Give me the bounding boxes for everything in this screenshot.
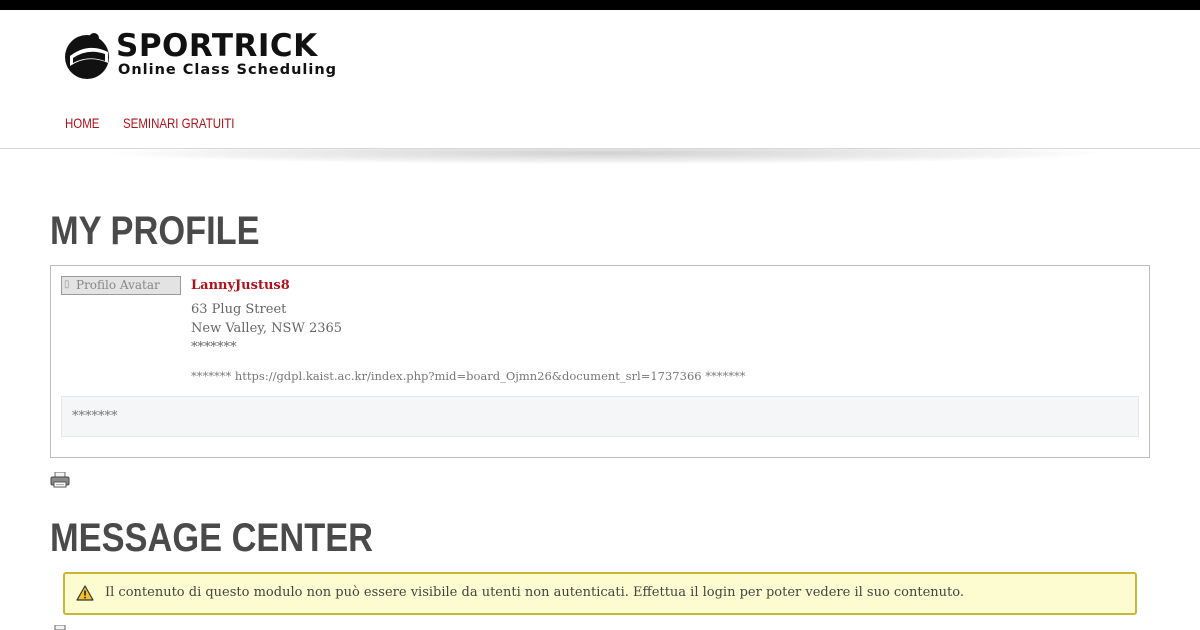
nav-divider [0,148,1200,149]
profile-heading: MY PROFILE [50,209,260,253]
login-required-alert: Il contenuto di questo modulo non può es… [63,572,1137,615]
profile-about: ******* [61,396,1139,437]
broken-image-icon: ▯ [64,279,70,290]
logo-wordmark: SPORTRICK [116,28,318,64]
profile-masked-field: ******* [191,340,237,355]
avatar-alt-text: Profilo Avatar [76,278,160,292]
message-center-heading: MESSAGE CENTER [50,516,374,560]
printer-icon[interactable] [50,472,70,488]
logo-tagline: Online Class Scheduling [118,62,338,78]
nav-item-seminari-gratuiti[interactable]: SEMINARI GRATUITI [123,115,234,131]
profile-about-text: ******* [72,409,118,424]
profile-website[interactable]: ******* https://gdpl.kaist.ac.kr/index.p… [191,369,745,383]
site-logo[interactable]: SPORTRICK Online Class Scheduling [64,28,369,84]
profile-address-line2: New Valley, NSW 2365 [191,321,343,336]
top-bar [0,0,1200,10]
logo-helmet-icon [65,33,109,79]
printer-icon[interactable] [50,625,70,630]
avatar: ▯ Profilo Avatar [61,276,181,295]
alert-message: Il contenuto di questo modulo non può es… [105,585,965,600]
profile-address-line1: 63 Plug Street [191,302,287,317]
nav-item-home[interactable]: HOME [65,115,99,131]
profile-card: ▯ Profilo Avatar LannyJustus8 63 Plug St… [50,265,1150,458]
profile-username[interactable]: LannyJustus8 [191,278,290,293]
warning-icon [76,585,94,601]
